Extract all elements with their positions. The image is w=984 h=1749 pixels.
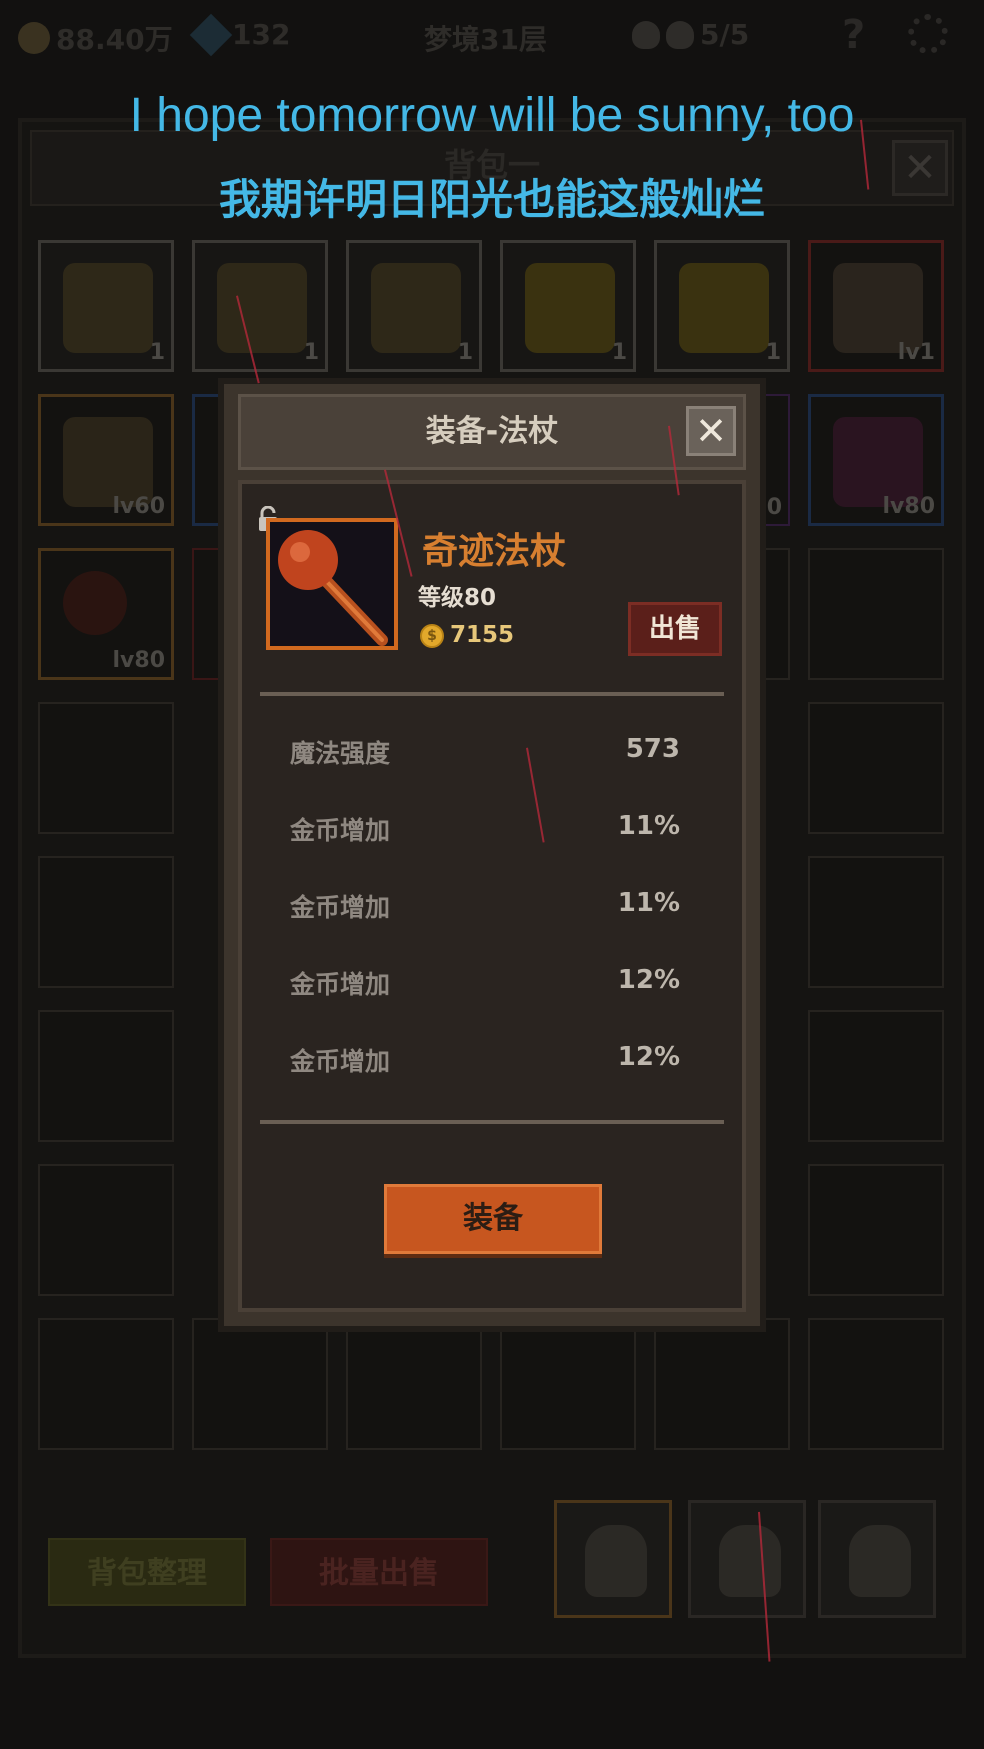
gear-icon[interactable] [908, 14, 948, 54]
bag-slot[interactable]: lv80 [38, 548, 174, 680]
slot-qty: 1 [765, 340, 781, 365]
bag-slot[interactable] [346, 1318, 482, 1450]
stat-value: 11% [617, 888, 680, 918]
slot-level: lv60 [112, 494, 166, 519]
key-icon [632, 20, 660, 49]
bag-slot[interactable]: lv80 [808, 394, 944, 526]
dialog-close-button[interactable]: ✕ [686, 406, 736, 456]
bag-slot[interactable] [192, 1318, 328, 1450]
bag-slot[interactable] [654, 1318, 790, 1450]
staff-icon [63, 571, 127, 635]
gold-amount: 88.40万 [56, 23, 173, 56]
bag-slot[interactable] [38, 856, 174, 988]
dungeon-floor-text: 梦境31层 [424, 23, 547, 56]
gold-coin-icon [18, 22, 50, 54]
gem-icon [189, 13, 233, 56]
backpack-icon [585, 1525, 647, 1597]
stat-value: 12% [617, 1042, 680, 1072]
bag-slot[interactable] [808, 856, 944, 988]
cheese-icon [525, 263, 615, 353]
item-name: 奇迹法杖 [422, 531, 567, 572]
bag-slot[interactable] [808, 1010, 944, 1142]
backpack-icon [849, 1525, 911, 1597]
bag-slot[interactable]: 1 [192, 240, 328, 372]
slot-qty: 1 [611, 340, 627, 365]
bag-slot[interactable]: lv60 [38, 394, 174, 526]
stat-label: 金币增加 [290, 970, 391, 999]
slot-qty: 1 [149, 340, 165, 365]
bag-slot[interactable] [38, 1318, 174, 1450]
sort-bag-button[interactable]: 背包整理 [48, 1538, 246, 1606]
backpack-icon [719, 1525, 781, 1597]
bag-slot[interactable]: lv1 [808, 240, 944, 372]
bag-slot[interactable] [38, 1164, 174, 1296]
bag-slot[interactable] [38, 1010, 174, 1142]
skull-counter: 5/5 [632, 18, 749, 51]
bag-slot[interactable] [808, 702, 944, 834]
top-status-bar: 88.40万 132 梦境31层 5/5 ? [0, 0, 984, 78]
bag-tab-1[interactable] [554, 1500, 672, 1618]
bag-slot[interactable] [500, 1318, 636, 1450]
gem-amount: 132 [232, 18, 291, 51]
subtitle-chinese: 我期许明日阳光也能这般灿烂 [218, 175, 765, 224]
bag-tab-3[interactable] [818, 1500, 936, 1618]
stat-label: 金币增加 [290, 816, 391, 845]
stat-label: 魔法强度 [290, 739, 391, 768]
stat-value: 11% [617, 811, 680, 841]
slot-qty: 1 [303, 340, 319, 365]
stat-value: 12% [617, 965, 680, 995]
sell-button[interactable]: 出售 [628, 602, 722, 656]
bag-slot[interactable]: 1 [38, 240, 174, 372]
batch-sell-button[interactable]: 批量出售 [270, 1538, 488, 1606]
beer-mug-icon [217, 263, 307, 353]
skull-icon [666, 20, 694, 49]
gem-counter: 132 [189, 13, 291, 56]
item-portrait [266, 518, 398, 650]
divider [260, 692, 724, 696]
slot-level: lv80 [882, 494, 936, 519]
bag-slot[interactable] [808, 548, 944, 680]
bag-slot[interactable]: 1 [500, 240, 636, 372]
help-icon[interactable]: ? [842, 12, 865, 58]
slot-qty: 1 [457, 340, 473, 365]
slot-level: lv1 [897, 340, 935, 365]
slot-level: 0 [766, 495, 782, 520]
slot-level: lv80 [112, 648, 166, 673]
staff-icon [270, 522, 394, 646]
stat-label: 金币增加 [290, 1047, 391, 1076]
gold-counter: 88.40万 [18, 18, 173, 58]
subtitle-english: I hope tomorrow will be sunny, too [129, 89, 855, 142]
stat-label: 金币增加 [290, 893, 391, 922]
equip-button[interactable]: 装备 [384, 1184, 602, 1254]
dungeon-floor-label: 梦境31层 [424, 18, 547, 58]
bag-slot[interactable] [808, 1318, 944, 1450]
bag-tab-2[interactable] [688, 1500, 806, 1618]
bag-slot[interactable] [38, 702, 174, 834]
bag-slot[interactable]: 1 [654, 240, 790, 372]
skull-count: 5/5 [700, 18, 750, 51]
divider [260, 1120, 724, 1124]
item-price: 7155 [450, 622, 515, 648]
bag-slot[interactable]: 1 [346, 240, 482, 372]
cheese-icon [679, 263, 769, 353]
bag-slot[interactable] [808, 1164, 944, 1296]
item-level: 等级80 [418, 585, 497, 611]
beer-mug-icon [371, 263, 461, 353]
stat-value: 573 [625, 734, 680, 764]
beer-mug-icon [63, 263, 153, 353]
gold-coin-icon: $ [420, 624, 444, 648]
